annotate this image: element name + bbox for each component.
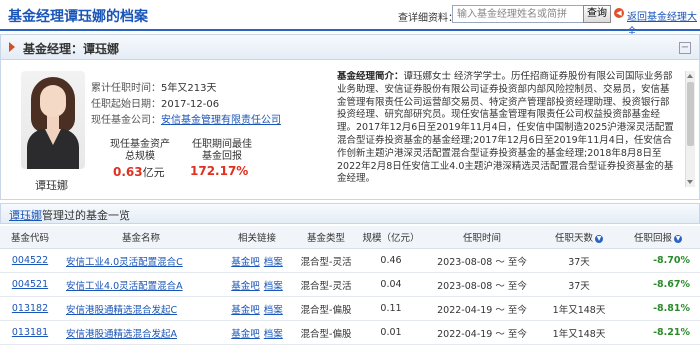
search-label: 查详细资料： [398,13,458,24]
fund-forum-link[interactable]: 基金吧 [231,329,260,340]
fund-code-link[interactable]: 013181 [12,327,48,338]
table-row: 013182 安信港股通精选混合发起C 基金吧 档案 混合型-偏股 0.11 20… [0,296,700,321]
scroll-thumb[interactable] [687,82,694,146]
fund-archive-link[interactable]: 档案 [264,329,283,340]
fund-name-link[interactable]: 安信港股通精选混合发起A [66,329,177,340]
col-return[interactable]: 任职回报 ▼ [616,226,700,249]
fund-days: 37天 [542,272,616,297]
page-title: 基金经理谭珏娜的档案 [8,9,148,25]
page-header: 基金经理谭珏娜的档案 查详细资料： 查询 ◀ 返回基金经理大全 [0,0,700,38]
fund-period: 2022-04-19 ～ 至今 [422,296,542,321]
fund-size: 0.46 [360,248,422,273]
table-header-row: 基金代码 基金名称 相关链接 基金类型 规模（亿元） 任职时间 任职天数 ▼ 任职… [0,226,700,249]
fund-period: 2023-08-08 ～ 至今 [422,248,542,273]
fund-type: 混合型-偏股 [292,320,360,345]
fund-period: 2023-08-08 ～ 至今 [422,272,542,297]
table-row: 004522 安信工业4.0灵活配置混合C 基金吧 档案 混合型-灵活 0.46 … [0,248,700,273]
fund-type: 混合型-灵活 [292,248,360,273]
fund-days: 37天 [542,248,616,273]
fund-name-link[interactable]: 安信工业4.0灵活配置混合C [66,257,183,268]
profile-panel: 谭珏娜 累计任职时间：5年又213天 任职起始日期：2017-12-06 现任基… [0,59,700,200]
fund-name-link[interactable]: 安信工业4.0灵活配置混合A [66,281,183,292]
best-return-value: 172.17% [190,164,249,178]
bio-scrollbar[interactable] [685,71,695,187]
col-code: 基金代码 [0,226,60,249]
tenure-label: 累计任职时间： [91,83,161,94]
sort-icon[interactable]: ▼ [595,234,603,243]
header-divider [0,29,700,31]
profile-section-bar: 基金经理：谭珏娜 − [0,34,700,60]
bio-title: 基金经理简介： [337,71,404,82]
fund-archive-link[interactable]: 档案 [264,257,283,268]
back-arrow-icon[interactable]: ◀ [614,8,624,18]
table-row: 004521 安信工业4.0灵活配置混合A 基金吧 档案 混合型-灵活 0.04 … [0,272,700,297]
fund-return: -8.21% [616,320,700,345]
company-link[interactable]: 安信基金管理有限责任公司 [161,115,281,126]
start-date-label: 任职起始日期： [91,99,161,110]
fund-return: -8.67% [616,272,700,297]
start-date-row: 任职起始日期：2017-12-06 [91,95,219,110]
profile-section-title: 基金经理：谭珏娜 [23,42,120,56]
fund-size: 0.11 [360,296,422,321]
fund-days: 1年又148天 [542,320,616,345]
tenure-row: 累计任职时间：5年又213天 [91,79,216,94]
col-links: 相关链接 [222,226,292,249]
fund-period: 2022-04-19 ～ 至今 [422,320,542,345]
fund-name-link[interactable]: 安信港股通精选混合发起C [66,305,177,316]
col-type: 基金类型 [292,226,360,249]
company-label: 现任基金公司： [91,115,161,126]
company-row: 现任基金公司：安信基金管理有限责任公司 [91,111,281,126]
assets-label: 现任基金资产 总规模 [110,139,170,162]
fund-return: -8.70% [616,248,700,273]
fund-type: 混合型-灵活 [292,272,360,297]
fund-forum-link[interactable]: 基金吧 [231,305,260,316]
manager-name-caption: 谭珏娜 [35,179,68,192]
collapse-icon[interactable]: − [679,42,691,54]
fund-days: 1年又148天 [542,296,616,321]
funds-table: 基金代码 基金名称 相关链接 基金类型 规模（亿元） 任职时间 任职天数 ▼ 任职… [0,226,700,345]
search-input[interactable] [452,5,586,23]
bio-text: 基金经理简介：谭珏娜女士 经济学学士。历任招商证券股份有限公司国际业务部业务助理… [337,71,677,187]
fund-type: 混合型-偏股 [292,296,360,321]
avatar [21,71,85,169]
col-days[interactable]: 任职天数 ▼ [542,226,616,249]
fund-code-link[interactable]: 004521 [12,279,48,290]
col-name: 基金名称 [60,226,222,249]
tenure-value: 5年又213天 [161,83,217,94]
triangle-bullet-icon [9,42,15,52]
fund-code-link[interactable]: 013182 [12,303,48,314]
fund-return: -8.81% [616,296,700,321]
best-return-label: 任职期间最佳 基金回报 [192,139,252,162]
manager-name-link[interactable]: 谭珏娜 [9,209,42,222]
fund-code-link[interactable]: 004522 [12,255,48,266]
fund-size: 0.01 [360,320,422,345]
sort-icon[interactable]: ▼ [674,234,682,243]
bio-body: 谭珏娜女士 经济学学士。历任招商证券股份有限公司国际业务部业务助理、安信证券股份… [337,71,674,185]
start-date-value: 2017-12-06 [161,99,220,110]
fund-forum-link[interactable]: 基金吧 [231,281,260,292]
col-size: 规模（亿元） [360,226,422,249]
scroll-down-icon[interactable] [687,180,693,184]
col-period: 任职时间 [422,226,542,249]
scroll-up-icon[interactable] [687,74,693,78]
fund-archive-link[interactable]: 档案 [264,305,283,316]
table-row: 013181 安信港股通精选混合发起A 基金吧 档案 混合型-偏股 0.01 20… [0,320,700,345]
search-button[interactable]: 查询 [583,5,611,23]
funds-section-title: 管理过的基金一览 [42,209,130,222]
funds-section-bar: 谭珏娜管理过的基金一览 [0,203,700,224]
fund-size: 0.04 [360,272,422,297]
assets-value: 0.63亿元 [113,165,165,179]
fund-archive-link[interactable]: 档案 [264,281,283,292]
fund-forum-link[interactable]: 基金吧 [231,257,260,268]
